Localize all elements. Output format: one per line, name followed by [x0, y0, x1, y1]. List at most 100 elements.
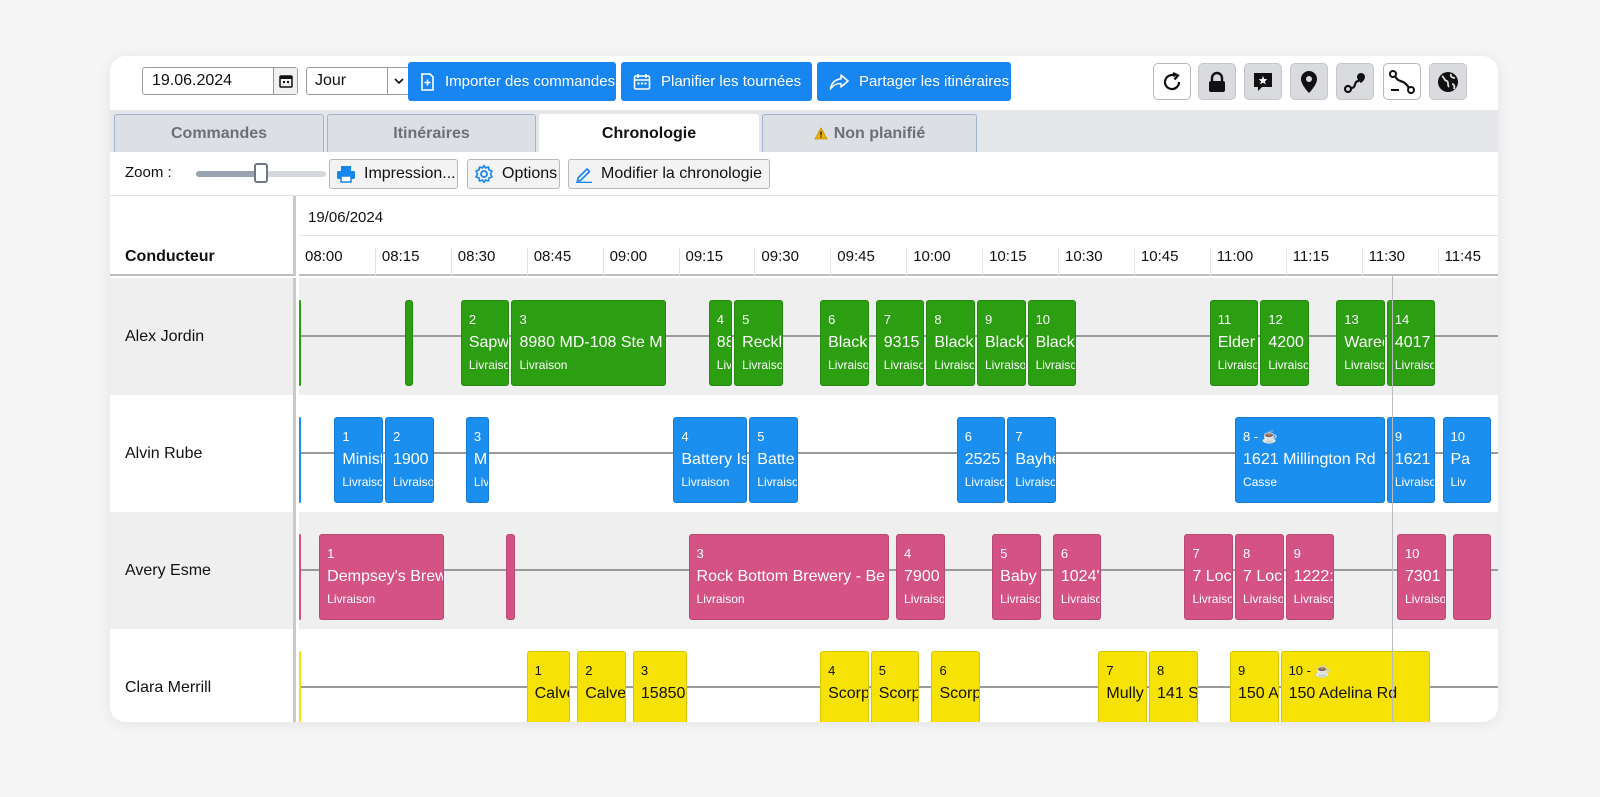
- stop-block[interactable]: 6 1024' Livraison: [1052, 534, 1102, 620]
- route-branch-button[interactable]: [1383, 63, 1421, 100]
- hour-label: 09:15: [678, 248, 723, 276]
- share-routes-label: Partager les itinéraires: [859, 73, 1010, 90]
- stop-number: 6: [1060, 546, 1069, 561]
- stop-address: 9315: [883, 334, 920, 351]
- stop-block[interactable]: 9 150 A: [1229, 651, 1279, 722]
- stop-block[interactable]: 7 Bayhe Livraison: [1007, 417, 1056, 503]
- stop-block[interactable]: 10 Black Livraison: [1027, 300, 1077, 386]
- stop-block[interactable]: 7 Mully: [1098, 651, 1147, 722]
- driver-name-cell[interactable]: Alex Jordin: [110, 278, 296, 395]
- stop-block[interactable]: 4 88 Liv: [708, 300, 733, 386]
- stop-block[interactable]: [299, 417, 301, 503]
- date-input[interactable]: 19.06.2024: [142, 67, 298, 95]
- stop-block[interactable]: 4 7900 Livraison: [896, 534, 945, 620]
- stop-type: Liv: [473, 475, 490, 489]
- tab-non-planifie[interactable]: Non planifié: [762, 114, 977, 152]
- import-orders-button[interactable]: Importer des commandes: [408, 62, 616, 101]
- stop-block[interactable]: 1 Calve: [526, 651, 571, 722]
- stop-block[interactable]: [506, 534, 515, 620]
- chevron-down-icon: [387, 68, 409, 94]
- stop-block[interactable]: 5 Baby Livraison: [992, 534, 1041, 620]
- driver-timeline-row: 1 Dempsey's Brew Livraison 3 Rock Bottom Bre…: [299, 512, 1498, 629]
- stop-block[interactable]: 9 Black Livraison: [976, 300, 1026, 386]
- stop-type: Livraison: [1344, 358, 1384, 372]
- stop-block[interactable]: 5 Batte Livraison: [749, 417, 798, 503]
- stop-block[interactable]: 3 15850: [632, 651, 687, 722]
- chat-star-button[interactable]: [1244, 63, 1282, 100]
- calendar-icon[interactable]: [273, 68, 297, 94]
- stop-number: 8: [934, 312, 942, 327]
- stop-address: Black: [984, 334, 1025, 351]
- stop-block[interactable]: 10 Pa Liv: [1442, 417, 1492, 503]
- stop-block[interactable]: 8 - ☕ 1621 Millington Rd Casse: [1235, 417, 1385, 503]
- lock-button[interactable]: [1198, 63, 1236, 100]
- globe-button[interactable]: [1429, 63, 1467, 100]
- stop-block[interactable]: 3 Mi Liv: [465, 417, 490, 503]
- map-pin-button[interactable]: [1290, 63, 1328, 100]
- zoom-slider-handle[interactable]: [254, 163, 268, 183]
- route-button[interactable]: [1336, 63, 1374, 100]
- stop-type: Livraison: [1394, 475, 1435, 489]
- stop-block[interactable]: [299, 651, 301, 722]
- stop-number: 5: [757, 429, 765, 444]
- stop-address: 1222:: [1293, 568, 1334, 585]
- zoom-label: Zoom :: [125, 164, 172, 181]
- stop-block[interactable]: 1 Dempsey's Brew Livraison: [319, 534, 444, 620]
- print-button[interactable]: Impression...: [329, 159, 458, 189]
- stop-block[interactable]: 9 1222: Livraison: [1285, 534, 1335, 620]
- stop-block[interactable]: [299, 300, 301, 386]
- stop-block[interactable]: 2 Calve: [577, 651, 626, 722]
- tab-itineraires[interactable]: Itinéraires: [327, 114, 536, 152]
- stop-block[interactable]: 2 Sapwi Livraison: [460, 300, 510, 386]
- stop-block[interactable]: 13 Warec Livraison: [1336, 300, 1385, 386]
- tab-commandes[interactable]: Commandes: [114, 114, 324, 152]
- view-select[interactable]: Jour: [306, 67, 410, 95]
- share-routes-button[interactable]: Partager les itinéraires: [817, 62, 1011, 101]
- stop-block[interactable]: 1 Minist Livraison: [334, 417, 383, 503]
- stop-block[interactable]: 4 Scorp: [820, 651, 869, 722]
- stop-block[interactable]: 9 1621 Livraison: [1386, 417, 1436, 503]
- stop-type: Livraison: [1243, 592, 1283, 606]
- stop-number: 7: [1192, 546, 1200, 561]
- stop-block[interactable]: 6 Black Livraison: [820, 300, 869, 386]
- stop-block[interactable]: 5 Scorp: [870, 651, 920, 722]
- stop-block[interactable]: 8 7 Loc Livraison: [1235, 534, 1284, 620]
- stop-block[interactable]: [1452, 534, 1492, 620]
- stop-block[interactable]: 11 Elder Livraison: [1209, 300, 1259, 386]
- stop-block[interactable]: 3 Rock Bottom Brewery - Be Livraison: [688, 534, 889, 620]
- tab-chronologie[interactable]: Chronologie: [539, 114, 759, 152]
- stop-block[interactable]: 7 9315 Livraison: [875, 300, 925, 386]
- stop-block[interactable]: 5 Reckl Livraison: [734, 300, 783, 386]
- stop-block[interactable]: 6 2525 Livraison: [956, 417, 1006, 503]
- stop-block[interactable]: 10 - ☕ 150 Adelina Rd: [1280, 651, 1431, 722]
- stop-block[interactable]: 8 Black Livraison: [926, 300, 975, 386]
- stop-block[interactable]: 4 Battery Is Livraison: [673, 417, 748, 503]
- driver-name-cell[interactable]: Avery Esme: [110, 512, 296, 629]
- stop-address: 1024': [1060, 568, 1100, 585]
- refresh-button[interactable]: [1153, 63, 1191, 100]
- stop-address: Scorp: [828, 685, 869, 702]
- stop-block[interactable]: 2 1900 Livraison: [384, 417, 434, 503]
- stop-block[interactable]: 10 7301 Livraison: [1396, 534, 1446, 620]
- edit-timeline-button[interactable]: Modifier la chronologie: [568, 159, 770, 189]
- driver-name-cell[interactable]: Alvin Rube: [110, 395, 296, 512]
- stop-block[interactable]: 8 141 S: [1149, 651, 1198, 722]
- stop-number: 6: [939, 663, 947, 678]
- driver-name-cell[interactable]: Clara Merrill: [110, 629, 296, 722]
- stop-block[interactable]: [405, 300, 414, 386]
- stop-block[interactable]: 7 7 Loc Livraison: [1184, 534, 1234, 620]
- driver-column-title: Conducteur: [125, 248, 215, 265]
- hour-label: 11:15: [1285, 248, 1329, 276]
- stop-block[interactable]: 14 4017 Livraison: [1386, 300, 1436, 386]
- stop-block[interactable]: [299, 534, 301, 620]
- stop-block[interactable]: 12 4200 Livraison: [1260, 300, 1309, 386]
- stop-type: Livraison: [1217, 358, 1258, 372]
- stop-type: Liv: [1450, 475, 1466, 489]
- plan-routes-button[interactable]: Planifier les tournées: [621, 62, 812, 101]
- tab-commandes-label: Commandes: [170, 124, 268, 142]
- stop-block[interactable]: 3 8980 MD-108 Ste M Livraison: [511, 300, 667, 386]
- stop-block[interactable]: 6 Scorp: [931, 651, 981, 722]
- options-button[interactable]: Options: [467, 159, 560, 189]
- stop-type: Livraison: [681, 475, 730, 489]
- main-toolbar: 19.06.2024 Jour Importer des commandes P…: [110, 56, 1498, 110]
